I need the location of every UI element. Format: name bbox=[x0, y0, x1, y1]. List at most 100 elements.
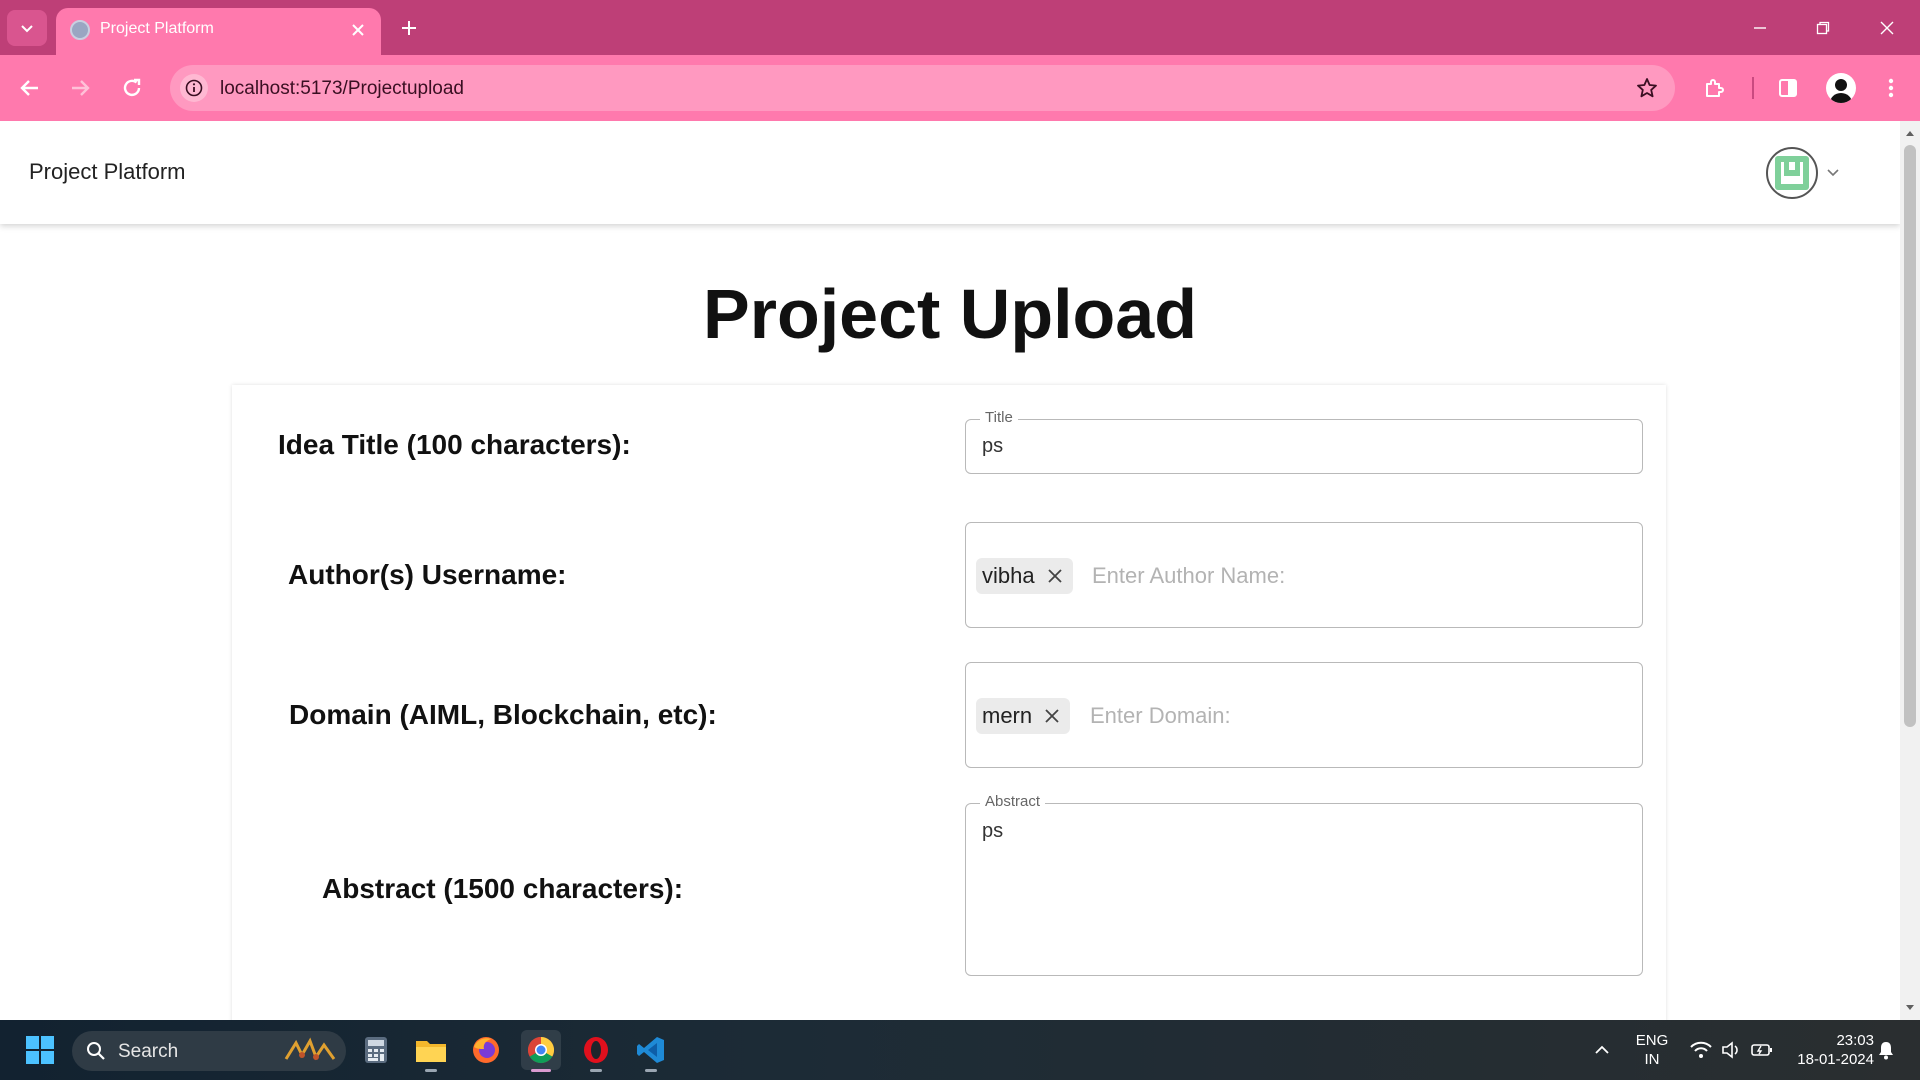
firefox-icon[interactable] bbox=[466, 1030, 506, 1070]
chevron-down-icon bbox=[21, 25, 33, 33]
authors-field[interactable]: vibha bbox=[965, 522, 1643, 628]
restore-button[interactable] bbox=[1803, 12, 1843, 44]
profile-avatar[interactable] bbox=[1826, 73, 1856, 103]
arrow-right-icon bbox=[72, 80, 90, 96]
close-icon bbox=[1880, 21, 1894, 35]
app-brand[interactable]: Project Platform bbox=[29, 159, 186, 185]
reload-button[interactable] bbox=[116, 72, 148, 104]
address-bar[interactable]: localhost:5173/Projectupload bbox=[170, 65, 1675, 111]
close-icon bbox=[1047, 569, 1062, 583]
author-chip-label: vibha bbox=[982, 563, 1035, 588]
user-avatar[interactable] bbox=[1766, 147, 1818, 199]
browser-menu-button[interactable] bbox=[1875, 72, 1907, 104]
toolbar-divider bbox=[1752, 77, 1754, 99]
chevron-up-icon bbox=[1595, 1045, 1609, 1054]
bookmark-star-icon[interactable] bbox=[1633, 74, 1661, 102]
page-viewport: Project Platform Project Upload Idea Tit… bbox=[0, 121, 1900, 1020]
running-indicator bbox=[425, 1069, 437, 1072]
language-code: ENG bbox=[1635, 1032, 1669, 1049]
clock-date: 18-01-2024 bbox=[1797, 1051, 1874, 1068]
author-name-input[interactable] bbox=[1092, 558, 1492, 594]
notifications-button[interactable] bbox=[1866, 1030, 1906, 1070]
close-icon bbox=[352, 24, 364, 36]
minimize-icon bbox=[1754, 27, 1766, 29]
page-scrollbar[interactable] bbox=[1900, 121, 1920, 1020]
page-title: Project Upload bbox=[703, 275, 1197, 353]
title-field-legend: Title bbox=[980, 409, 1018, 426]
show-hidden-icons-button[interactable] bbox=[1582, 1030, 1622, 1070]
clock-time: 23:03 bbox=[1836, 1032, 1874, 1049]
running-indicator bbox=[645, 1069, 657, 1072]
system-tray-status[interactable] bbox=[1676, 1030, 1786, 1070]
site-info-icon[interactable] bbox=[180, 74, 208, 102]
globe-icon bbox=[70, 20, 90, 40]
language-region: IN bbox=[1644, 1051, 1660, 1068]
domain-label: Domain (AIML, Blockchain, etc): bbox=[289, 699, 717, 730]
close-window-button[interactable] bbox=[1867, 12, 1907, 44]
authors-label: Author(s) Username: bbox=[288, 559, 567, 590]
browser-tab-bar: Project Platform bbox=[0, 0, 1920, 55]
scroll-down-arrow[interactable] bbox=[1904, 1002, 1916, 1014]
abstract-field-value[interactable]: ps bbox=[982, 820, 1003, 843]
wifi-icon bbox=[1690, 1041, 1712, 1058]
back-button[interactable] bbox=[14, 72, 46, 104]
search-icon bbox=[87, 1042, 105, 1060]
windows-logo-icon bbox=[26, 1036, 54, 1064]
tab-close-button[interactable] bbox=[347, 19, 369, 41]
abstract-label: Abstract (1500 characters): bbox=[322, 873, 684, 904]
restore-icon bbox=[1816, 21, 1830, 35]
search-highlight-icon bbox=[284, 1037, 336, 1061]
browser-tab[interactable]: Project Platform bbox=[56, 8, 381, 55]
domain-field[interactable]: mern bbox=[965, 662, 1643, 768]
url-text[interactable]: localhost:5173/Projectupload bbox=[220, 78, 464, 100]
taskbar-search[interactable]: Search bbox=[72, 1031, 346, 1071]
domain-chip-label: mern bbox=[982, 703, 1033, 728]
title-field[interactable]: Title ps bbox=[965, 409, 1643, 474]
volume-icon bbox=[1722, 1041, 1738, 1059]
forward-button[interactable] bbox=[64, 72, 96, 104]
title-field-value[interactable]: ps bbox=[982, 435, 1003, 458]
vscode-icon[interactable] bbox=[631, 1030, 671, 1072]
chevron-down-icon bbox=[1827, 169, 1839, 177]
tab-title: Project Platform bbox=[100, 20, 214, 37]
domain-chip[interactable]: mern bbox=[976, 698, 1071, 734]
taskbar: Search ENG IN 23:03 18-01-2024 bbox=[0, 1020, 1920, 1080]
reload-icon bbox=[123, 78, 141, 97]
start-button[interactable] bbox=[20, 1030, 60, 1070]
plus-icon bbox=[402, 21, 416, 35]
battery-icon bbox=[1751, 1044, 1772, 1056]
app-header: Project Platform bbox=[0, 121, 1900, 224]
scroll-up-arrow[interactable] bbox=[1904, 127, 1916, 139]
person-icon bbox=[1830, 79, 1852, 103]
file-explorer-icon[interactable] bbox=[411, 1030, 451, 1072]
side-panel-icon[interactable] bbox=[1772, 72, 1804, 104]
extensions-icon[interactable] bbox=[1698, 72, 1730, 104]
chrome-icon[interactable] bbox=[521, 1030, 561, 1072]
author-chip[interactable]: vibha bbox=[976, 558, 1073, 594]
opera-icon[interactable] bbox=[576, 1030, 616, 1072]
taskbar-search-label: Search bbox=[118, 1041, 179, 1062]
abstract-field-legend: Abstract bbox=[980, 793, 1046, 810]
calculator-icon[interactable] bbox=[356, 1030, 396, 1070]
browser-toolbar: localhost:5173/Projectupload bbox=[0, 55, 1920, 121]
domain-chip-remove[interactable] bbox=[1042, 706, 1062, 726]
bell-icon bbox=[1879, 1042, 1893, 1060]
more-vertical-icon bbox=[1888, 78, 1894, 98]
active-indicator bbox=[531, 1069, 551, 1072]
author-chip-remove[interactable] bbox=[1045, 566, 1065, 586]
language-indicator[interactable]: ENG IN bbox=[1628, 1031, 1676, 1069]
domain-input[interactable] bbox=[1090, 698, 1490, 734]
new-tab-button[interactable] bbox=[395, 14, 423, 42]
user-icon bbox=[1775, 156, 1809, 190]
abstract-field[interactable]: Abstract ps bbox=[965, 793, 1643, 976]
minimize-button[interactable] bbox=[1740, 12, 1780, 44]
running-indicator bbox=[590, 1069, 602, 1072]
clock[interactable]: 23:03 18-01-2024 bbox=[1782, 1031, 1874, 1069]
arrow-left-icon bbox=[20, 80, 38, 96]
scrollbar-thumb[interactable] bbox=[1904, 145, 1916, 727]
upload-form-card: Idea Title (100 characters): Title ps Au… bbox=[232, 385, 1666, 1020]
avatar-menu-toggle[interactable] bbox=[1824, 164, 1842, 182]
tab-search-button[interactable] bbox=[7, 10, 47, 46]
idea-title-label: Idea Title (100 characters): bbox=[278, 429, 631, 460]
close-icon bbox=[1045, 709, 1059, 723]
